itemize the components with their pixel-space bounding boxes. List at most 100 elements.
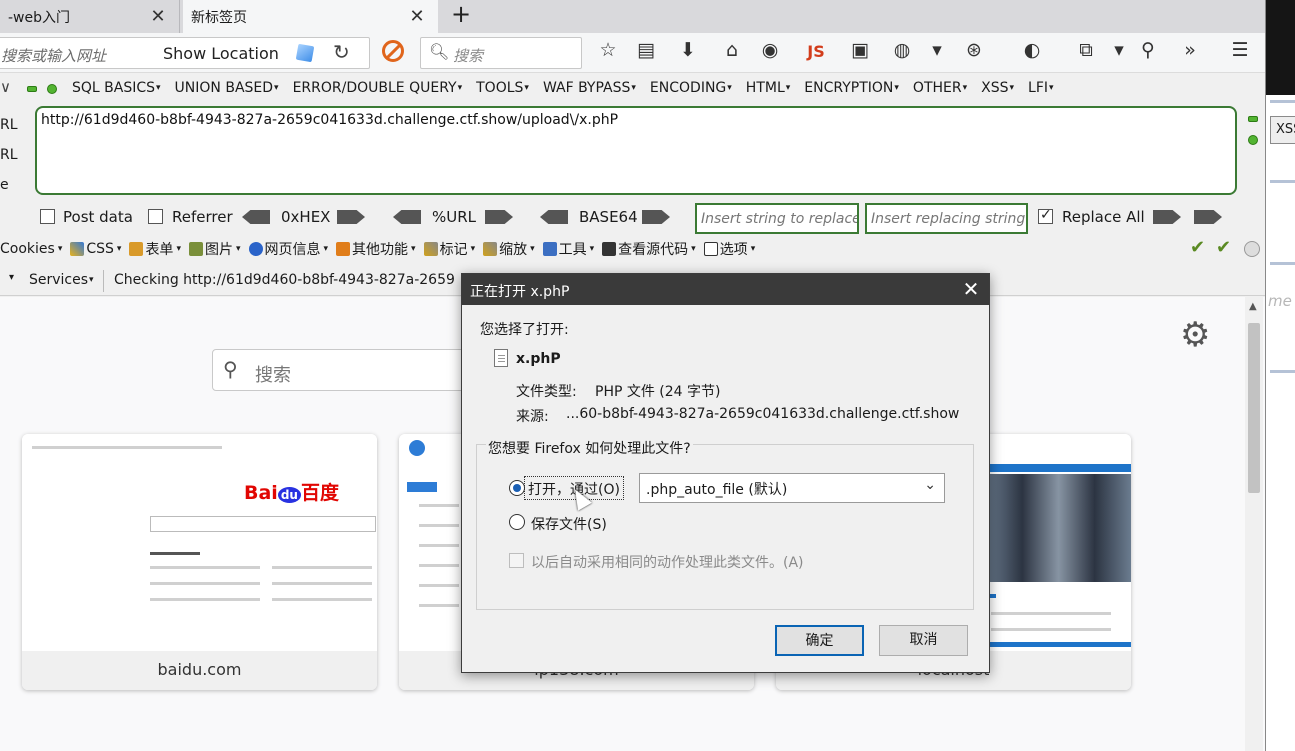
replace-all-arrow[interactable] [1194, 210, 1222, 224]
close-icon[interactable]: ✕ [959, 277, 983, 301]
language-icon[interactable]: ◐ [1020, 39, 1044, 61]
thumbnail-text-line [419, 504, 459, 507]
thumbnail-text-line [419, 544, 459, 547]
menu-lfi[interactable]: LFI [1028, 80, 1054, 96]
tab-title: -web入门 [8, 9, 71, 26]
replace-arrow[interactable] [1153, 210, 1181, 224]
top-site-tile-baidu[interactable]: Bai du 百度 baidu.com [22, 434, 377, 690]
replace-all-checkbox[interactable] [1038, 207, 1053, 224]
divider [1270, 262, 1295, 265]
split-url-label[interactable]: RL [0, 140, 18, 170]
menu-xss[interactable]: XSS [981, 80, 1014, 96]
ok-button[interactable]: 确定 [775, 625, 864, 656]
menu-html[interactable]: HTML [746, 80, 791, 96]
download-icon[interactable]: ⬇ [676, 39, 700, 61]
scrollbar-thumb[interactable] [1248, 323, 1260, 493]
page-info-menu[interactable]: 网页信息 [248, 239, 329, 259]
hex-encode-arrow[interactable] [337, 210, 365, 224]
url-bar[interactable]: 搜索或输入网址 Show Location ↻ [0, 37, 370, 69]
menu-sql-basics[interactable]: SQL BASICS [72, 80, 161, 96]
close-icon[interactable]: ✕ [149, 6, 167, 27]
world-icon[interactable]: ⊛ [962, 39, 986, 61]
overflow-icon[interactable]: » [1178, 39, 1202, 61]
xss-tab[interactable]: XSS [1270, 116, 1295, 144]
menu-error-double-query[interactable]: ERROR/DOUBLE QUERY [293, 80, 463, 96]
misc-menu[interactable]: 其他功能 [336, 239, 416, 259]
menu-encryption[interactable]: ENCRYPTION [804, 80, 899, 96]
reload-icon[interactable]: ↻ [333, 40, 350, 64]
source-icon [602, 242, 617, 256]
chevron-down-icon[interactable]: ∨ [0, 78, 11, 96]
base64-encode-arrow[interactable] [642, 210, 670, 224]
outline-menu[interactable]: 标记 [423, 239, 476, 259]
home-icon[interactable]: ⌂ [720, 39, 744, 61]
application-select[interactable]: .php_auto_file (默认) ⌄ [639, 473, 945, 503]
show-location-button[interactable]: Show Location [163, 44, 279, 63]
images-menu[interactable]: 图片 [188, 239, 241, 259]
view-source-label: 查看源代码 [618, 242, 689, 258]
status-led [1248, 135, 1258, 145]
load-url-label[interactable]: RL [0, 110, 18, 140]
auto-action-checkbox[interactable] [509, 553, 524, 568]
hamburger-menu-icon[interactable]: ☰ [1228, 39, 1252, 61]
menu-other[interactable]: OTHER [913, 80, 967, 96]
search-bar[interactable]: 🔍︎ 搜索 [420, 37, 582, 69]
menu-encoding[interactable]: ENCODING [650, 80, 732, 96]
referrer-checkbox[interactable] [148, 209, 163, 224]
tab-new-tab[interactable]: 新标签页 ✕ [183, 0, 438, 33]
execute-label[interactable]: e [0, 170, 18, 200]
replacing-string-input[interactable]: Insert replacing string [865, 203, 1028, 234]
check-icon[interactable]: ✔ [1190, 237, 1205, 258]
new-tab-button[interactable]: + [446, 0, 476, 33]
css-label: CSS [86, 241, 114, 257]
save-file-label[interactable]: 保存文件(S) [531, 514, 607, 534]
view-source-menu[interactable]: 查看源代码 [602, 239, 696, 259]
dropdown-icon[interactable]: ▾ [1107, 39, 1131, 61]
search-placeholder: 搜索 [453, 47, 484, 65]
tab-web-intro[interactable]: -web入门 ✕ [0, 0, 180, 33]
close-icon[interactable]: ✕ [408, 6, 426, 27]
hackbar-url-textarea[interactable]: http://61d9d460-b8bf-4943-827a-2659c0416… [35, 106, 1237, 195]
status-circle-icon[interactable] [1244, 241, 1260, 257]
bookmark-star-icon[interactable]: ☆ [596, 39, 620, 61]
url-decode-arrow[interactable] [393, 210, 421, 224]
css-menu[interactable]: CSS [70, 239, 121, 259]
save-file-radio[interactable] [509, 514, 525, 530]
hex-decode-arrow[interactable] [242, 210, 270, 224]
tools-menu[interactable]: 工具 [542, 239, 595, 259]
dropdown-icon[interactable]: ▾ [9, 272, 14, 283]
javascript-icon[interactable]: JS [804, 42, 828, 61]
menu-union-based[interactable]: UNION BASED [175, 80, 279, 96]
services-menu[interactable]: Services [29, 272, 94, 288]
open-with-radio[interactable] [509, 480, 525, 496]
forms-menu[interactable]: 表单 [129, 239, 181, 259]
background-text: me [1268, 292, 1292, 310]
cookies-menu[interactable]: Cookies [0, 239, 62, 259]
windows-icon[interactable]: ⧉ [1074, 39, 1098, 61]
resize-menu[interactable]: 缩放 [483, 239, 535, 259]
dropdown-icon[interactable]: ▾ [925, 39, 949, 61]
globe-menu-icon[interactable]: ◉ [758, 39, 782, 61]
palette-icon[interactable]: ◍ [890, 39, 914, 61]
status-led [27, 86, 37, 92]
image-icon[interactable]: ▣ [848, 39, 872, 61]
menu-waf-bypass[interactable]: WAF BYPASS [543, 80, 636, 96]
post-data-checkbox[interactable] [40, 209, 55, 224]
cube-icon[interactable] [295, 43, 315, 63]
zoom-icon[interactable]: ⚲ [1136, 39, 1160, 61]
options-menu[interactable]: 选项 [703, 239, 756, 259]
divider [103, 270, 104, 292]
status-led [47, 84, 57, 94]
block-icon[interactable] [382, 40, 404, 62]
url-encode-arrow[interactable] [485, 210, 513, 224]
check-icon[interactable]: ✔ [1216, 237, 1231, 258]
search-icon: ⚲ [223, 357, 238, 381]
gear-icon[interactable]: ⚙ [1180, 315, 1210, 355]
reader-list-icon[interactable]: ▤ [634, 39, 658, 61]
cancel-button[interactable]: 取消 [879, 625, 968, 656]
menu-tools[interactable]: TOOLS [476, 80, 529, 96]
base64-decode-arrow[interactable] [540, 210, 568, 224]
source-label: 来源: [516, 409, 549, 425]
replace-string-input[interactable]: Insert string to replace [695, 203, 859, 234]
scroll-up-arrow-icon[interactable]: ▲ [1249, 301, 1257, 312]
